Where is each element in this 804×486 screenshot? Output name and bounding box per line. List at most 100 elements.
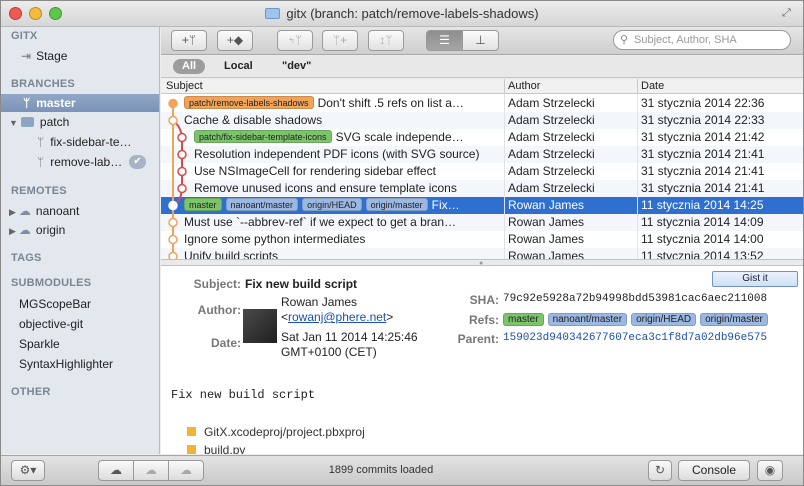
add-tag-icon: +◆ bbox=[226, 33, 244, 47]
filter-local[interactable]: Local bbox=[215, 59, 262, 74]
checkout-button[interactable]: ↰ᛘ bbox=[277, 30, 313, 51]
author-email-link[interactable]: rowanj@phere.net bbox=[288, 310, 386, 324]
sidebar-item-stage[interactable]: ⇥ Stage bbox=[1, 47, 159, 65]
sidebar-item-remove-labels[interactable]: ᛘ remove-lab… ✔ bbox=[1, 153, 159, 171]
stage-icon: ⇥ bbox=[21, 49, 32, 63]
column-author[interactable]: Author bbox=[508, 80, 540, 92]
sidebar-header-tags: TAGS bbox=[11, 252, 42, 264]
new-tag-button[interactable]: +◆ bbox=[217, 30, 253, 51]
new-branch-button[interactable]: +ᛘ bbox=[171, 30, 207, 51]
fullscreen-icon[interactable]: ⤢ bbox=[782, 7, 795, 20]
sidebar-item-label: fix-sidebar-te… bbox=[50, 135, 132, 149]
commit-row[interactable]: Ignore some python intermediates Rowan Ja… bbox=[161, 231, 803, 248]
ref-label[interactable]: nanoant/master bbox=[225, 198, 299, 211]
graph-node bbox=[168, 115, 178, 126]
commit-row[interactable]: patch/fix-sidebar-template-icons SVG scal… bbox=[161, 129, 803, 146]
sidebar: GITX ⇥ Stage BRANCHES ᛘ master ▼ patch ᛘ fix… bbox=[1, 27, 160, 454]
ref-label[interactable]: patch/remove-labels-shadows bbox=[184, 96, 314, 109]
split-divider[interactable]: ● bbox=[161, 259, 803, 267]
fetch-button[interactable]: ☁ bbox=[98, 460, 134, 481]
author-label: Author: bbox=[197, 303, 241, 317]
history-view-button[interactable]: ☰ bbox=[426, 30, 463, 51]
search-icon: ⚲ bbox=[620, 34, 629, 46]
sidebar-item-submodule[interactable]: MGScopeBar bbox=[1, 295, 159, 313]
file-item[interactable]: build.py bbox=[187, 443, 245, 454]
commit-row[interactable]: Use NSImageCell for rendering sidebar ef… bbox=[161, 163, 803, 180]
gist-button[interactable]: Gist it bbox=[712, 271, 798, 287]
status-bar: ⚙▾ ☁ ☁ ☁ 1899 commits loaded ↻ Console ◉ bbox=[1, 455, 803, 485]
graph-node bbox=[168, 234, 178, 245]
detail-ref-label[interactable]: nanoant/master bbox=[547, 313, 628, 326]
tree-view-button[interactable]: ⊥ bbox=[462, 30, 499, 51]
sidebar-item-label: nanoant bbox=[35, 204, 80, 218]
inspector-button[interactable]: ◉ bbox=[757, 460, 783, 481]
merge-icon: ᛘ+ bbox=[332, 33, 348, 47]
tree-icon: ⊥ bbox=[475, 33, 486, 47]
commit-subject: patch/remove-labels-shadows Don't shift .… bbox=[184, 95, 501, 112]
commit-subject: Use NSImageCell for rendering sidebar ef… bbox=[194, 164, 436, 178]
add-branch-icon: +ᛘ bbox=[181, 33, 197, 47]
search-input[interactable]: ⚲ Subject, Author, SHA bbox=[613, 30, 791, 50]
sidebar-item-submodule[interactable]: SyntaxHighlighter bbox=[1, 355, 159, 373]
subject-value: Fix new build script bbox=[245, 277, 358, 291]
title-bar[interactable]: gitx (branch: patch/remove-labels-shadow… bbox=[1, 1, 803, 27]
sidebar-item-nanoant[interactable]: ▶ ☁ nanoant bbox=[1, 202, 159, 220]
commit-row[interactable]: patch/remove-labels-shadows Don't shift .… bbox=[161, 95, 803, 112]
commit-author: Adam Strzelecki bbox=[508, 164, 595, 178]
modified-file-icon bbox=[187, 427, 196, 436]
sidebar-item-master[interactable]: ᛘ master bbox=[1, 94, 159, 112]
commit-row[interactable]: Unify build scripts Rowan James 11 styczni… bbox=[161, 248, 803, 259]
commit-author: Adam Strzelecki bbox=[508, 113, 595, 127]
commit-subject: Unify build scripts bbox=[184, 249, 279, 259]
sidebar-item-submodule[interactable]: Sparkle bbox=[1, 335, 159, 353]
commit-graph bbox=[168, 98, 187, 259]
disclosure-closed-icon[interactable]: ▶ bbox=[9, 226, 16, 236]
folder-icon bbox=[20, 117, 34, 127]
commit-row[interactable]: Cache & disable shadows Adam Strzelecki 31… bbox=[161, 112, 803, 129]
disclosure-closed-icon[interactable]: ▶ bbox=[9, 207, 16, 217]
ref-label[interactable]: origin/HEAD bbox=[302, 198, 362, 211]
sidebar-item-patch[interactable]: ▼ patch bbox=[1, 113, 159, 131]
pull-button[interactable]: ☁ bbox=[133, 460, 169, 481]
author-name: Rowan James bbox=[281, 295, 358, 309]
sidebar-item-submodule[interactable]: objective-git bbox=[1, 315, 159, 333]
commit-row[interactable]: Remove unused icons and ensure template … bbox=[161, 180, 803, 197]
ref-label[interactable]: origin/master bbox=[365, 198, 428, 211]
commit-list[interactable]: Subject Author Date patch/remove-labels-… bbox=[161, 79, 803, 259]
file-item[interactable]: GitX.xcodeproj/project.pbxproj bbox=[187, 425, 365, 439]
checkout-icon: ↰ᛘ bbox=[287, 33, 303, 47]
console-button[interactable]: Console bbox=[678, 460, 750, 481]
detail-ref-label[interactable]: origin/master bbox=[700, 313, 768, 326]
merge-button[interactable]: ᛘ+ bbox=[322, 30, 358, 51]
rebase-button[interactable]: ↕ᛘ bbox=[368, 30, 404, 51]
parent-link[interactable]: 159023d940342677607eca3c1f8d7a02db96e575 bbox=[503, 332, 767, 344]
commit-row[interactable]: Must use `--abbrev-ref` if we expect to … bbox=[161, 214, 803, 231]
commit-subject: patch/fix-sidebar-template-icons SVG scal… bbox=[194, 129, 501, 146]
sidebar-item-origin[interactable]: ▶ ☁ origin bbox=[1, 221, 159, 239]
detail-ref-label[interactable]: origin/HEAD bbox=[631, 313, 697, 326]
sidebar-header-other: OTHER bbox=[11, 386, 51, 398]
cloud-icon: ☁ bbox=[18, 223, 31, 237]
window-title-wrap: gitx (branch: patch/remove-labels-shadow… bbox=[1, 6, 803, 21]
commit-row[interactable]: Resolution independent PDF icons (with S… bbox=[161, 146, 803, 163]
filter-all[interactable]: All bbox=[173, 59, 206, 74]
graph-node bbox=[177, 166, 187, 177]
refs-label: Refs: bbox=[468, 313, 499, 327]
refresh-button[interactable]: ↻ bbox=[648, 460, 672, 481]
checkmark-icon: ✔ bbox=[129, 155, 146, 169]
column-subject[interactable]: Subject bbox=[166, 80, 203, 92]
filter-dev[interactable]: "dev" bbox=[273, 59, 320, 74]
ref-label[interactable]: patch/fix-sidebar-template-icons bbox=[194, 130, 332, 143]
commit-row[interactable]: master nanoant/master origin/HEAD origin/ma… bbox=[161, 197, 803, 214]
push-button[interactable]: ☁ bbox=[168, 460, 204, 481]
column-date[interactable]: Date bbox=[641, 80, 664, 92]
graph-node bbox=[177, 183, 187, 194]
disclosure-open-icon[interactable]: ▼ bbox=[9, 118, 18, 128]
commit-date: 11 stycznia 2014 14:25 bbox=[641, 198, 764, 212]
commit-author: Adam Strzelecki bbox=[508, 181, 595, 195]
sidebar-item-fix-sidebar[interactable]: ᛘ fix-sidebar-te… bbox=[1, 133, 159, 151]
action-menu-button[interactable]: ⚙▾ bbox=[11, 460, 45, 481]
avatar bbox=[243, 309, 277, 343]
author-email-line: <rowanj@phere.net> bbox=[281, 310, 394, 324]
detail-ref-label[interactable]: master bbox=[503, 313, 544, 326]
